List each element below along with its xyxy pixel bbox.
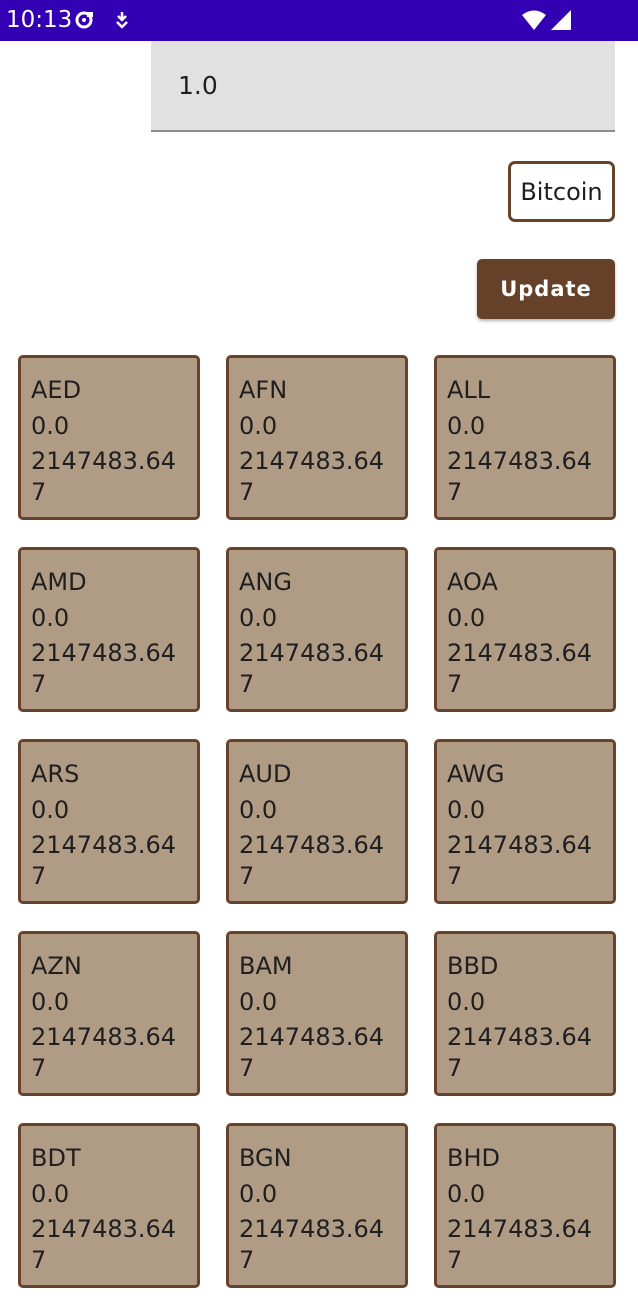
currency-rate: 2147483.647: [447, 639, 593, 698]
currency-amount: 0.0: [239, 1180, 278, 1208]
currency-card[interactable]: AOA 0.0 2147483.647: [434, 547, 616, 712]
currency-amount: 0.0: [31, 1180, 70, 1208]
amount-input-value: 1.0: [178, 71, 218, 100]
currency-code: BAM: [239, 952, 293, 980]
currency-card[interactable]: AFN 0.0 2147483.647: [226, 355, 408, 520]
sync-icon: [75, 11, 93, 29]
currency-rate: 2147483.647: [447, 1215, 593, 1274]
currency-rate: 2147483.647: [447, 447, 593, 506]
currency-code: ALL: [447, 376, 491, 404]
currency-rate: 2147483.647: [239, 831, 385, 890]
currency-card[interactable]: ARS 0.0 2147483.647: [18, 739, 200, 904]
signal-icon: [551, 10, 571, 30]
currency-card[interactable]: BGN 0.0 2147483.647: [226, 1123, 408, 1288]
status-time: 10:13: [6, 7, 73, 33]
update-button[interactable]: Update: [477, 259, 615, 319]
currency-code: AUD: [239, 760, 292, 788]
currency-code: BBD: [447, 952, 499, 980]
currency-card[interactable]: AZN 0.0 2147483.647: [18, 931, 200, 1096]
currency-code: AWG: [447, 760, 505, 788]
currency-card[interactable]: BAM 0.0 2147483.647: [226, 931, 408, 1096]
currency-code: BDT: [31, 1144, 81, 1172]
currency-card[interactable]: AUD 0.0 2147483.647: [226, 739, 408, 904]
status-bar: 10:13: [0, 0, 638, 41]
currency-rate: 2147483.647: [239, 1023, 385, 1082]
currency-rate: 2147483.647: [31, 1023, 177, 1082]
currency-code: AMD: [31, 568, 87, 596]
currency-code: AFN: [239, 376, 288, 404]
currency-amount: 0.0: [447, 988, 486, 1016]
currency-code: BGN: [239, 1144, 292, 1172]
currency-amount: 0.0: [447, 604, 486, 632]
currency-rate: 2147483.647: [447, 1023, 593, 1082]
currency-code: AED: [31, 376, 82, 404]
currency-card[interactable]: BHD 0.0 2147483.647: [434, 1123, 616, 1288]
currency-amount: 0.0: [239, 412, 278, 440]
currency-rate: 2147483.647: [31, 639, 177, 698]
currency-amount: 0.0: [447, 412, 486, 440]
currency-rate: 2147483.647: [239, 447, 385, 506]
currency-card[interactable]: AED 0.0 2147483.647: [18, 355, 200, 520]
currency-rate: 2147483.647: [239, 1215, 385, 1274]
currency-amount: 0.0: [447, 1180, 486, 1208]
currency-select[interactable]: Bitcoin: [508, 161, 615, 222]
currency-amount: 0.0: [31, 988, 70, 1016]
currency-amount: 0.0: [239, 988, 278, 1016]
amount-input[interactable]: 1.0: [151, 41, 615, 132]
download-icon: [116, 12, 128, 29]
currency-grid: AED 0.0 2147483.647 AFN 0.0 2147483.647 ALL 0.0…: [18, 355, 616, 1288]
currency-amount: 0.0: [239, 604, 278, 632]
currency-card[interactable]: ALL 0.0 2147483.647: [434, 355, 616, 520]
currency-rate: 2147483.647: [447, 831, 593, 890]
currency-amount: 0.0: [447, 796, 486, 824]
currency-card[interactable]: AWG 0.0 2147483.647: [434, 739, 616, 904]
currency-code: AOA: [447, 568, 498, 596]
currency-amount: 0.0: [31, 604, 70, 632]
currency-code: ARS: [31, 760, 80, 788]
wifi-icon: [522, 10, 546, 30]
currency-card[interactable]: ANG 0.0 2147483.647: [226, 547, 408, 712]
currency-rate: 2147483.647: [31, 1215, 177, 1274]
currency-rate: 2147483.647: [31, 831, 177, 890]
currency-amount: 0.0: [31, 412, 70, 440]
currency-rate: 2147483.647: [239, 639, 385, 698]
currency-amount: 0.0: [31, 796, 70, 824]
currency-code: BHD: [447, 1144, 500, 1172]
currency-code: ANG: [239, 568, 292, 596]
currency-card[interactable]: AMD 0.0 2147483.647: [18, 547, 200, 712]
currency-code: AZN: [31, 952, 82, 980]
currency-rate: 2147483.647: [31, 447, 177, 506]
currency-card[interactable]: BBD 0.0 2147483.647: [434, 931, 616, 1096]
currency-card[interactable]: BDT 0.0 2147483.647: [18, 1123, 200, 1288]
currency-amount: 0.0: [239, 796, 278, 824]
